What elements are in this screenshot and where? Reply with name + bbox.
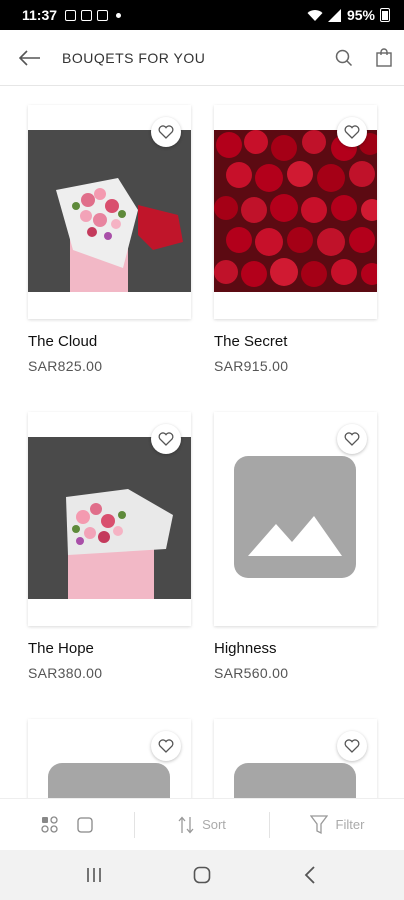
product-image[interactable] xyxy=(28,437,191,599)
recents-button[interactable] xyxy=(74,855,114,895)
product-price: SAR380.00 xyxy=(28,665,103,681)
battery-percent: 95% xyxy=(346,7,375,23)
single-view-icon[interactable] xyxy=(77,816,93,833)
product-card[interactable] xyxy=(214,719,377,798)
view-toggle xyxy=(0,815,134,834)
favorite-button[interactable] xyxy=(151,424,181,454)
recents-icon xyxy=(87,868,101,882)
arrow-left-icon xyxy=(19,49,40,66)
product-card[interactable]: The Hope SAR380.00 xyxy=(28,412,191,681)
product-image-frame[interactable] xyxy=(28,412,191,626)
notification-icons xyxy=(65,9,122,21)
product-name[interactable]: The Secret xyxy=(214,333,377,350)
product-price: SAR825.00 xyxy=(28,358,103,374)
filter-label: Filter xyxy=(335,817,365,832)
chevron-left-icon xyxy=(304,866,315,884)
gallery-notification-icon xyxy=(65,9,77,21)
filter-button[interactable]: Filter xyxy=(270,814,404,835)
bottom-toolbar: Sort Filter xyxy=(0,798,404,850)
product-card[interactable] xyxy=(28,719,191,798)
home-button[interactable] xyxy=(182,855,222,895)
back-button[interactable] xyxy=(0,30,60,86)
product-card[interactable]: The Cloud SAR825.00 xyxy=(28,105,191,374)
favorite-button[interactable] xyxy=(337,731,367,761)
status-time: 11:37 xyxy=(22,7,58,23)
grid-view-icon[interactable] xyxy=(41,815,59,834)
product-image-frame[interactable] xyxy=(214,105,377,319)
favorite-button[interactable] xyxy=(151,731,181,761)
search-button[interactable] xyxy=(324,30,364,86)
heart-icon xyxy=(158,739,174,753)
status-bar: 11:37 95% xyxy=(0,0,404,30)
placeholder-icon xyxy=(248,516,342,556)
product-image[interactable] xyxy=(214,130,377,292)
favorite-button[interactable] xyxy=(151,117,181,147)
cart-button[interactable] xyxy=(364,30,404,86)
product-image-frame[interactable] xyxy=(28,105,191,319)
heart-icon xyxy=(158,125,174,139)
product-image-frame[interactable] xyxy=(214,412,377,626)
image-placeholder xyxy=(234,763,356,798)
product-image[interactable] xyxy=(28,130,191,292)
sort-button[interactable]: Sort xyxy=(135,816,269,834)
more-notifications-icon xyxy=(116,12,122,18)
status-right: 95% xyxy=(307,7,390,23)
product-price: SAR915.00 xyxy=(214,358,289,374)
product-price: SAR560.00 xyxy=(214,665,289,681)
product-name[interactable]: Highness xyxy=(214,640,377,657)
heart-icon xyxy=(344,739,360,753)
product-name[interactable]: The Cloud xyxy=(28,333,191,350)
signal-icon xyxy=(327,8,341,22)
back-nav-button[interactable] xyxy=(290,855,330,895)
product-image-frame[interactable] xyxy=(214,719,377,798)
app-header: BOUQETS FOR YOU xyxy=(0,30,404,86)
product-image-frame[interactable] xyxy=(28,719,191,798)
system-nav-bar xyxy=(0,850,404,900)
wifi-icon xyxy=(307,9,323,21)
sort-icon xyxy=(178,816,194,833)
product-name[interactable]: The Hope xyxy=(28,640,191,657)
product-grid: The Cloud SAR825.00 The Secret SAR915.00… xyxy=(0,86,404,798)
shopping-bag-icon xyxy=(376,48,392,67)
favorite-button[interactable] xyxy=(337,117,367,147)
app-notification-icon xyxy=(81,9,93,21)
sort-label: Sort xyxy=(202,817,226,832)
search-icon xyxy=(335,49,353,66)
product-card[interactable]: Highness SAR560.00 xyxy=(214,412,377,681)
heart-icon xyxy=(158,432,174,446)
battery-icon xyxy=(380,8,390,22)
heart-icon xyxy=(344,125,360,139)
heart-icon xyxy=(344,432,360,446)
page-title: BOUQETS FOR YOU xyxy=(62,49,206,66)
home-icon xyxy=(193,866,211,884)
filter-icon xyxy=(309,814,328,834)
product-card[interactable]: The Secret SAR915.00 xyxy=(214,105,377,374)
image-placeholder xyxy=(234,456,356,578)
sync-notification-icon xyxy=(97,9,109,21)
image-placeholder xyxy=(48,763,170,798)
favorite-button[interactable] xyxy=(337,424,367,454)
